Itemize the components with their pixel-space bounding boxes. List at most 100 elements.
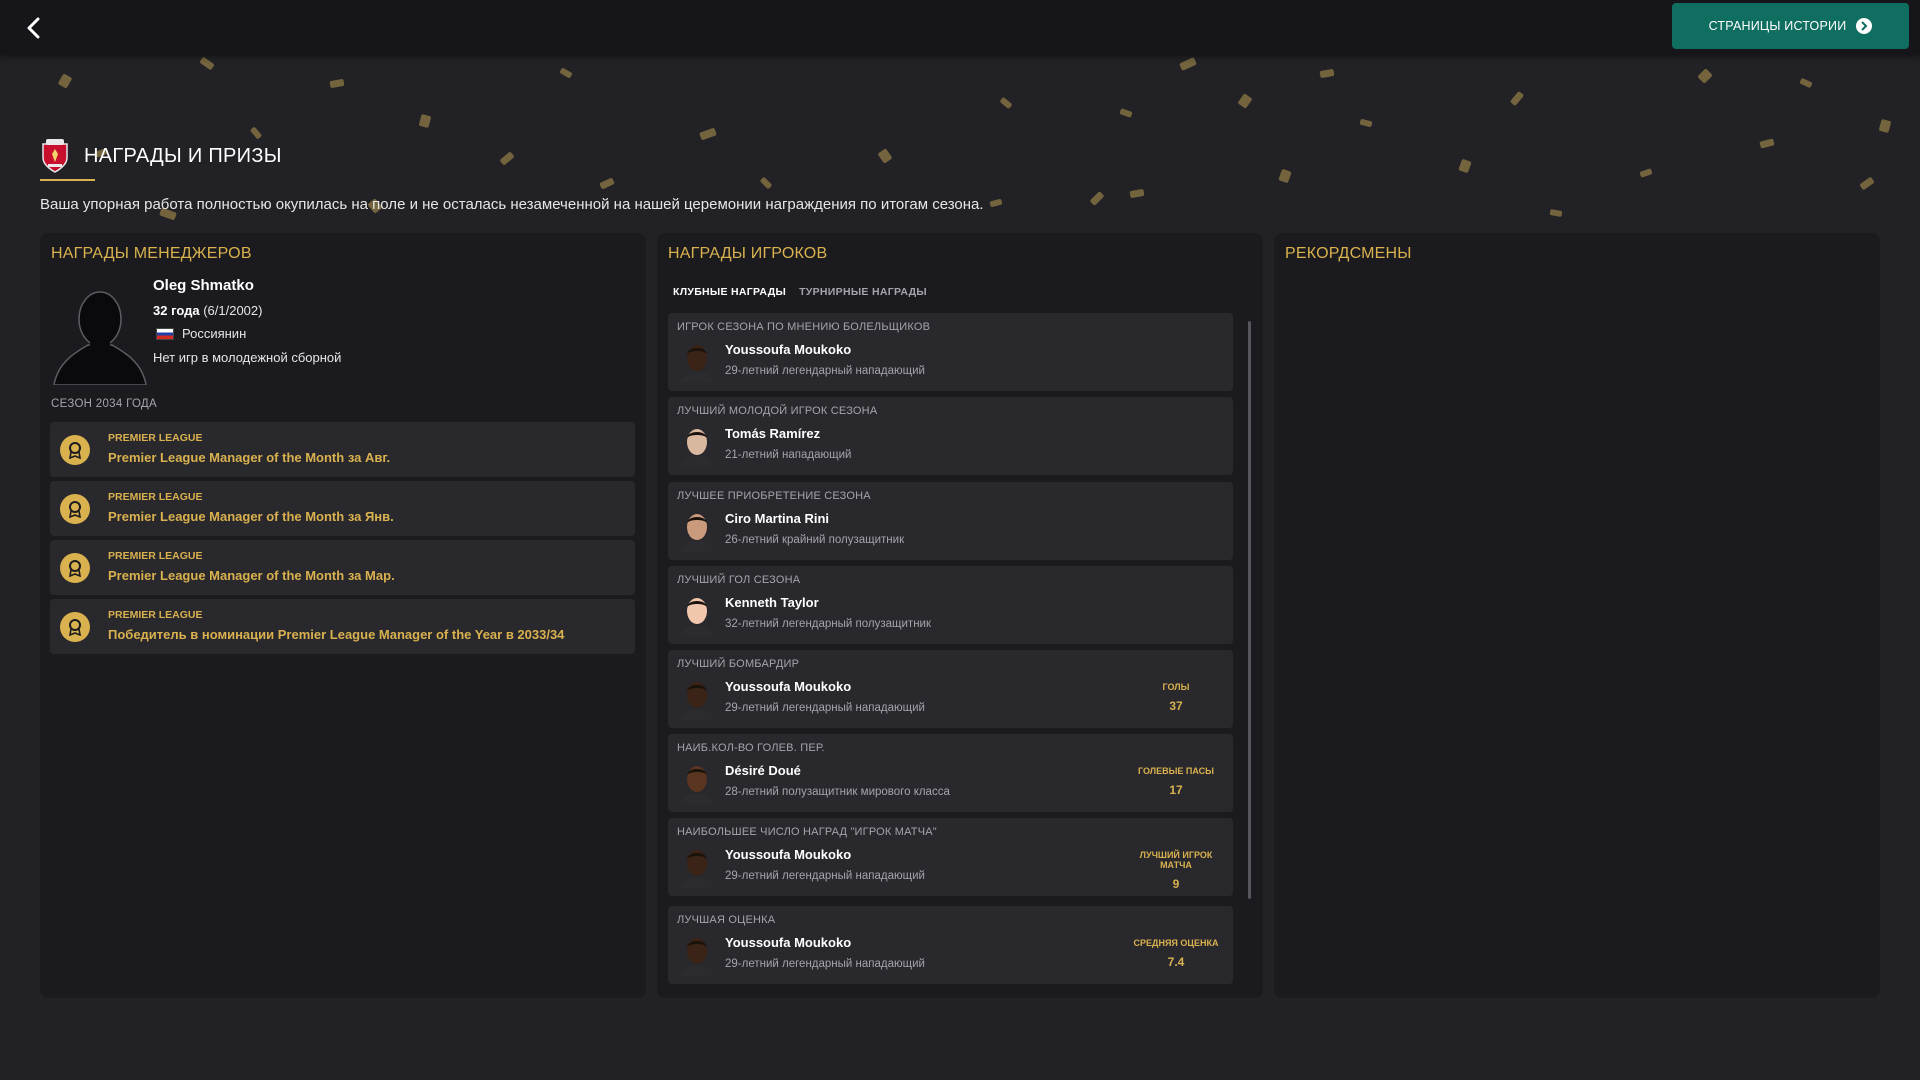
top-bar: СТРАНИЦЫ ИСТОРИИ — [0, 0, 1920, 55]
confetti-piece — [1319, 68, 1335, 79]
player-name[interactable]: Youssoufa Moukoko — [725, 847, 851, 862]
manager-age: 32 года (6/1/2002) — [153, 303, 262, 318]
award-text: Победитель в номинации Premier League Ma… — [108, 627, 565, 642]
player-face — [680, 938, 714, 976]
confetti-piece — [1278, 168, 1292, 184]
awards-tabs: КЛУБНЫЕ НАГРАДЫ ТУРНИРНЫЕ НАГРАДЫ — [673, 286, 927, 300]
player-award-title: ЛУЧШАЯ ОЦЕНКА — [677, 914, 776, 926]
manager-nationality-text: Россиянин — [182, 326, 247, 341]
player-awards-panel: НАГРАДЫ ИГРОКОВ КЛУБНЫЕ НАГРАДЫ ТУРНИРНЫ… — [657, 233, 1263, 998]
award-stat: СРЕДНЯЯ ОЦЕНКА 7.4 — [1131, 938, 1221, 969]
manager-award-row[interactable]: PREMIER LEAGUE Premier League Manager of… — [50, 481, 635, 536]
record-holders-title: РЕКОРДСМЕНЫ — [1285, 245, 1412, 262]
history-pages-button[interactable]: СТРАНИЦЫ ИСТОРИИ — [1672, 3, 1909, 49]
player-name[interactable]: Kenneth Taylor — [725, 595, 819, 610]
player-awards-list[interactable]: ИГРОК СЕЗОНА ПО МНЕНИЮ БОЛЕЛЬЩИКОВ Yousso… — [668, 313, 1251, 988]
chevron-right-circle-icon — [1856, 18, 1873, 34]
award-league: PREMIER LEAGUE — [108, 432, 203, 444]
manager-award-row[interactable]: PREMIER LEAGUE Premier League Manager of… — [50, 422, 635, 477]
page-title: НАГРАДЫ И ПРИЗЫ — [84, 144, 282, 167]
stat-value: 37 — [1169, 699, 1183, 713]
award-text: Premier League Manager of the Month за Я… — [108, 509, 394, 524]
player-award-card[interactable]: ЛУЧШИЙ МОЛОДОЙ ИГРОК СЕЗОНА Tomás Ramírez… — [668, 397, 1233, 475]
player-name[interactable]: Youssoufa Moukoko — [725, 679, 851, 694]
scrollbar[interactable] — [1248, 321, 1251, 899]
tab-tournament-awards[interactable]: ТУРНИРНЫЕ НАГРАДЫ — [799, 286, 927, 300]
confetti-piece — [199, 56, 215, 71]
manager-award-row[interactable]: PREMIER LEAGUE Premier League Manager of… — [50, 540, 635, 595]
confetti-piece — [1089, 191, 1105, 206]
stat-value: 9 — [1172, 877, 1180, 891]
confetti-piece — [1639, 168, 1653, 178]
player-description: 28-летний полузащитник мирового класса — [725, 786, 950, 798]
player-face — [680, 766, 714, 804]
medal-icon — [60, 435, 90, 465]
medal-icon — [60, 494, 90, 524]
confetti-piece — [1799, 77, 1813, 89]
player-face — [680, 682, 714, 720]
manager-nationality: Россиянин — [153, 326, 246, 341]
player-face — [680, 850, 714, 888]
player-name[interactable]: Ciro Martina Rini — [725, 511, 829, 526]
award-text: Premier League Manager of the Month за А… — [108, 450, 391, 465]
stat-label: СРЕДНЯЯ ОЦЕНКА — [1133, 938, 1219, 948]
player-award-card[interactable]: ЛУЧШЕЕ ПРИОБРЕТЕНИЕ СЕЗОНА Ciro Martina R… — [668, 482, 1233, 560]
confetti-piece — [559, 67, 573, 79]
medal-icon — [60, 553, 90, 583]
player-description: 29-летний легендарный нападающий — [725, 702, 925, 714]
confetti-piece — [418, 113, 432, 129]
stat-label: ГОЛЕВЫЕ ПАСЫ — [1138, 766, 1214, 776]
confetti-piece — [1359, 118, 1373, 128]
manager-award-row[interactable]: PREMIER LEAGUE Победитель в номинации Pr… — [50, 599, 635, 654]
player-name[interactable]: Désiré Doué — [725, 763, 801, 778]
player-award-card[interactable]: ЛУЧШИЙ БОМБАРДИР Youssoufa Moukoko 29-летн… — [668, 650, 1233, 728]
page-header: НАГРАДЫ И ПРИЗЫ — [40, 136, 282, 176]
player-award-card[interactable]: НАИБ.КОЛ-ВО ГОЛЕВ. ПЕР. Désiré Doué 28-лет… — [668, 734, 1233, 812]
confetti-piece — [1237, 93, 1253, 109]
manager-name: Oleg Shmatko — [153, 277, 254, 294]
manager-awards-title: НАГРАДЫ МЕНЕДЖЕРОВ — [51, 245, 252, 262]
player-description: 29-летний легендарный нападающий — [725, 870, 925, 882]
player-award-title: ЛУЧШИЙ МОЛОДОЙ ИГРОК СЕЗОНА — [677, 405, 878, 417]
player-face — [680, 345, 714, 383]
season-label: СЕЗОН 2034 ГОДА — [51, 398, 157, 410]
tab-club-awards[interactable]: КЛУБНЫЕ НАГРАДЫ — [673, 286, 786, 300]
player-awards-title: НАГРАДЫ ИГРОКОВ — [668, 245, 828, 262]
player-award-title: ЛУЧШИЙ БОМБАРДИР — [677, 658, 800, 670]
player-face — [680, 514, 714, 552]
manager-dob: (6/1/2002) — [203, 303, 263, 318]
manager-awards-panel: НАГРАДЫ МЕНЕДЖЕРОВ Oleg Shmatko 32 года … — [40, 233, 646, 998]
stat-value: 17 — [1169, 783, 1183, 797]
confetti-piece — [699, 127, 717, 141]
manager-youth-caps: Нет игр в молодежной сборной — [153, 350, 342, 365]
confetti-piece — [1129, 188, 1145, 199]
back-button[interactable] — [18, 12, 50, 44]
confetti-piece — [877, 148, 893, 164]
player-award-card[interactable]: ЛУЧШАЯ ОЦЕНКА Youssoufa Moukoko 29-летний … — [668, 906, 1233, 984]
player-award-card[interactable]: ИГРОК СЕЗОНА ПО МНЕНИЮ БОЛЕЛЬЩИКОВ Yousso… — [668, 313, 1233, 391]
confetti-piece — [1697, 68, 1713, 84]
manager-silhouette — [53, 291, 147, 385]
player-description: 26-летний крайний полузащитник — [725, 534, 905, 546]
manager-age-years: 32 года — [153, 303, 200, 318]
confetti-piece — [329, 78, 345, 89]
award-stat: ГОЛЕВЫЕ ПАСЫ 17 — [1131, 766, 1221, 797]
confetti-piece — [599, 177, 615, 190]
award-league: PREMIER LEAGUE — [108, 550, 203, 562]
player-award-card[interactable]: ЛУЧШИЙ ГОЛ СЕЗОНА Kenneth Taylor 32-летний… — [668, 566, 1233, 644]
player-award-card[interactable]: НАИБОЛЬШЕЕ ЧИСЛО НАГРАД "ИГРОК МАТЧА" You… — [668, 818, 1233, 896]
russia-flag-icon — [156, 327, 174, 340]
confetti-piece — [1179, 56, 1197, 72]
player-name[interactable]: Youssoufa Moukoko — [725, 342, 851, 357]
confetti-piece — [999, 96, 1013, 110]
player-award-title: НАИБ.КОЛ-ВО ГОЛЕВ. ПЕР. — [677, 742, 825, 754]
award-league: PREMIER LEAGUE — [108, 609, 203, 621]
stat-label: ГОЛЫ — [1162, 682, 1190, 692]
award-stat: ЛУЧШИЙ ИГРОК МАТЧА 9 — [1131, 850, 1221, 891]
player-description: 29-летний легендарный нападающий — [725, 365, 925, 377]
confetti-piece — [1859, 176, 1875, 191]
player-name[interactable]: Tomás Ramírez — [725, 426, 820, 441]
page-subtitle: Ваша упорная работа полностью окупилась … — [40, 196, 984, 213]
stat-label: ЛУЧШИЙ ИГРОК МАТЧА — [1139, 850, 1213, 870]
player-name[interactable]: Youssoufa Moukoko — [725, 935, 851, 950]
